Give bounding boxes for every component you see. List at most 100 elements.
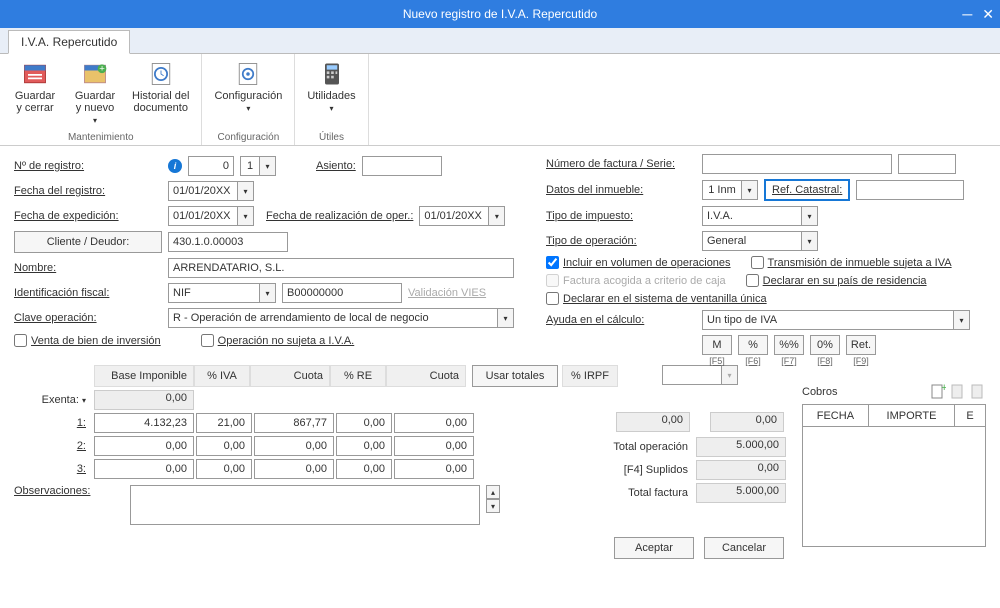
trans-inm-checkbox[interactable]: Transmisión de inmueble sujeta a IVA [751,256,952,269]
cobros-table: FECHA IMPORTE E [802,404,986,547]
col-fecha[interactable]: FECHA [803,405,869,427]
idfiscal-input[interactable] [282,283,402,303]
calendar-caret-icon[interactable]: ▾ [238,206,254,226]
add-doc-icon[interactable]: + [930,384,946,400]
save-close-button[interactable]: Guardar y cerrar [8,58,62,127]
calc-ret-button[interactable]: Ret. [846,335,876,355]
history-icon [147,60,175,88]
total-fac-label: Total factura [578,487,688,499]
fecha-exp-input[interactable] [168,206,238,226]
cobros-empty-body [803,427,986,547]
titlebar: Nuevo registro de I.V.A. Repercutido ─ ✕ [0,0,1000,28]
tab-iva-repercutido[interactable]: I.V.A. Repercutido [8,30,130,54]
calc-pp-button[interactable]: %% [774,335,804,355]
col-e[interactable]: E [955,405,986,427]
incl-vol-checkbox[interactable]: Incluir en volumen de operaciones [546,256,731,269]
fecha-reg-label: Fecha del registro: [14,185,162,197]
r1-re[interactable] [336,413,392,433]
nregistro-input[interactable] [188,156,234,176]
refcat-input[interactable] [856,180,964,200]
irpf-cuota: 0,00 [616,412,690,432]
save-new-icon: + [81,60,109,88]
venta-inv-checkbox[interactable]: Venta de bien de inversión [14,334,161,347]
dropdown-caret-icon[interactable]: ▾ [742,180,758,200]
fecha-real-label: Fecha de realización de oper.: [266,210,413,222]
calendar-caret-icon[interactable]: ▾ [489,206,505,226]
decl-vent-checkbox[interactable]: Declarar en el sistema de ventanilla úni… [546,292,767,305]
nregistro-seq-input[interactable] [240,156,260,176]
dropdown-caret-icon[interactable]: ▾ [260,156,276,176]
numfact-input[interactable] [702,154,892,174]
serie-input[interactable] [898,154,956,174]
r2-iva[interactable] [196,436,252,456]
r1-cuota1[interactable] [254,413,334,433]
inmueble-label: Datos del inmueble: [546,184,696,196]
ex-base: 0,00 [94,390,194,410]
r1-cuota2[interactable] [394,413,474,433]
save-new-button[interactable]: + Guardar y nuevo ▾ [68,58,122,127]
fecha-reg-input[interactable] [168,181,238,201]
ayuda-select[interactable] [702,310,954,330]
dropdown-caret-icon[interactable]: ▾ [954,310,970,330]
tipoop-select[interactable] [702,231,802,251]
nombre-input[interactable] [168,258,514,278]
clave-label: Clave operación: [14,312,162,324]
svg-text:+: + [941,384,946,394]
dropdown-caret-icon[interactable]: ▾ [802,231,818,251]
r2-cuota1[interactable] [254,436,334,456]
cliente-input[interactable] [168,232,288,252]
r3-base[interactable] [94,459,194,479]
decl-pais-checkbox[interactable]: Declarar en su país de residencia [746,274,927,287]
edit-doc-icon[interactable] [950,384,966,400]
inmueble-select[interactable] [702,180,742,200]
calc-pct-button[interactable]: % [738,335,768,355]
r2-base[interactable] [94,436,194,456]
row-2-label: 2: [14,440,92,452]
dropdown-caret-icon[interactable]: ▾ [498,308,514,328]
row-1-label: 1: [14,417,92,429]
cancelar-button[interactable]: Cancelar [704,537,784,559]
spin-down-icon[interactable]: ▾ [486,499,500,513]
dropdown-caret-icon[interactable]: ▾ [260,283,276,303]
valid-vies-link[interactable]: Validación VIES [408,287,486,299]
r1-iva[interactable] [196,413,252,433]
suplidos-label[interactable]: [F4] Suplidos [578,464,688,476]
clave-select[interactable] [168,308,498,328]
r2-cuota2[interactable] [394,436,474,456]
tipoimp-select[interactable] [702,206,802,226]
history-button[interactable]: Historial del documento [128,58,193,127]
calc-m-button[interactable]: M [702,335,732,355]
dropdown-caret-icon[interactable]: ▾ [802,206,818,226]
r3-cuota2[interactable] [394,459,474,479]
asiento-input[interactable] [362,156,442,176]
idfiscal-label: Identificación fiscal: [14,287,162,299]
minimize-button[interactable]: ─ [962,6,972,22]
del-doc-icon[interactable] [970,384,986,400]
suplidos-value: 0,00 [696,460,786,480]
utilities-button[interactable]: Utilidades ▾ [303,58,359,115]
r3-iva[interactable] [196,459,252,479]
aceptar-button[interactable]: Aceptar [614,537,694,559]
close-button[interactable]: ✕ [982,6,994,23]
gear-icon [234,60,262,88]
r3-re[interactable] [336,459,392,479]
fact-caja-checkbox: Factura acogida a criterio de caja [546,274,726,287]
config-button[interactable]: Configuración ▾ [210,58,286,115]
fecha-real-input[interactable] [419,206,489,226]
tabstrip: I.V.A. Repercutido [0,28,1000,54]
obs-textarea[interactable] [130,485,480,525]
nombre-label: Nombre: [14,262,162,274]
idfiscal-type-select[interactable] [168,283,260,303]
spin-up-icon[interactable]: ▴ [486,485,500,499]
ribbon-group-config-label: Configuración [210,132,286,143]
r1-base[interactable] [94,413,194,433]
op-no-sujeta-checkbox[interactable]: Operación no sujeta a I.V.A. [201,334,355,347]
save-close-icon [21,60,49,88]
cliente-button[interactable]: Cliente / Deudor: [14,231,162,253]
r3-cuota1[interactable] [254,459,334,479]
calendar-caret-icon[interactable]: ▾ [238,181,254,201]
r2-re[interactable] [336,436,392,456]
calc-0-button[interactable]: 0% [810,335,840,355]
info-icon[interactable]: i [168,159,182,173]
col-importe[interactable]: IMPORTE [868,405,954,427]
